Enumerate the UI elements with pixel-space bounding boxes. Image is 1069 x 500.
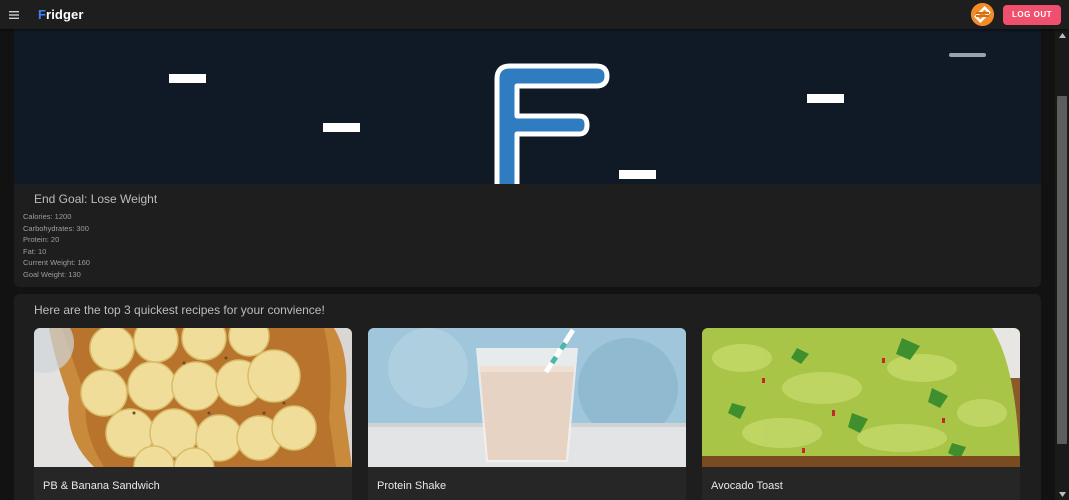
recipe-card-pb-banana[interactable]: PB & Banana Sandwich bbox=[34, 328, 352, 500]
protein-shake-photo bbox=[368, 328, 686, 467]
app-title[interactable]: Fridger bbox=[38, 7, 84, 22]
recipe-name[interactable]: Protein Shake bbox=[377, 480, 446, 492]
recipes-card: Here are the top 3 quickest recipes for … bbox=[14, 294, 1041, 500]
user-avatar-icon bbox=[971, 3, 995, 26]
banner-dash bbox=[323, 123, 360, 132]
app-title-rest: ridger bbox=[46, 7, 84, 22]
logout-button[interactable]: LOG OUT bbox=[1003, 4, 1061, 25]
triangle-up-icon bbox=[1058, 32, 1066, 38]
fridger-logo-icon bbox=[494, 63, 610, 184]
stat-protein: Protein: 20 bbox=[23, 235, 60, 245]
banner-image bbox=[14, 29, 1041, 184]
goal-title: End Goal: Lose Weight bbox=[34, 192, 158, 206]
scroll-down-button[interactable] bbox=[1055, 488, 1069, 500]
scrollbar-thumb[interactable] bbox=[1057, 96, 1067, 444]
recipes-heading: Here are the top 3 quickest recipes for … bbox=[34, 303, 325, 317]
scroll-up-button[interactable] bbox=[1055, 29, 1069, 41]
goal-stats: Calories: 1200 Carbohydrates: 300 Protei… bbox=[23, 211, 90, 281]
banner-dash bbox=[807, 94, 844, 103]
banner-dash bbox=[949, 53, 986, 57]
page-scrollbar[interactable] bbox=[1055, 29, 1069, 500]
recipe-card-avocado-toast[interactable]: Avocado Toast bbox=[702, 328, 1020, 500]
recipe-name[interactable]: PB & Banana Sandwich bbox=[43, 480, 160, 492]
recipe-name[interactable]: Avocado Toast bbox=[711, 480, 783, 492]
main-content: End Goal: Lose Weight Calories: 1200 Car… bbox=[0, 29, 1055, 500]
recipe-card-protein-shake[interactable]: Protein Shake bbox=[368, 328, 686, 500]
app-bar: Fridger LOG OUT bbox=[0, 0, 1069, 29]
menu-button[interactable] bbox=[0, 0, 28, 29]
avatar[interactable] bbox=[971, 3, 995, 26]
pb-banana-photo bbox=[34, 328, 352, 467]
stat-fat: Fat: 10 bbox=[23, 246, 47, 256]
triangle-down-icon bbox=[1058, 491, 1066, 497]
goal-card: End Goal: Lose Weight Calories: 1200 Car… bbox=[14, 29, 1041, 287]
hamburger-menu-icon bbox=[9, 10, 19, 19]
stat-carbohydrates: Carbohydrates: 300 bbox=[23, 223, 89, 233]
avocado-toast-photo bbox=[702, 328, 1020, 467]
stat-calories: Calories: 1200 bbox=[23, 212, 72, 221]
banner-dash bbox=[619, 170, 656, 179]
banner-dash bbox=[169, 74, 206, 83]
stat-current-weight: Current Weight: 160 bbox=[23, 258, 90, 268]
app-title-initial: F bbox=[38, 7, 47, 22]
stat-goal-weight: Goal Weight: 130 bbox=[23, 269, 81, 279]
